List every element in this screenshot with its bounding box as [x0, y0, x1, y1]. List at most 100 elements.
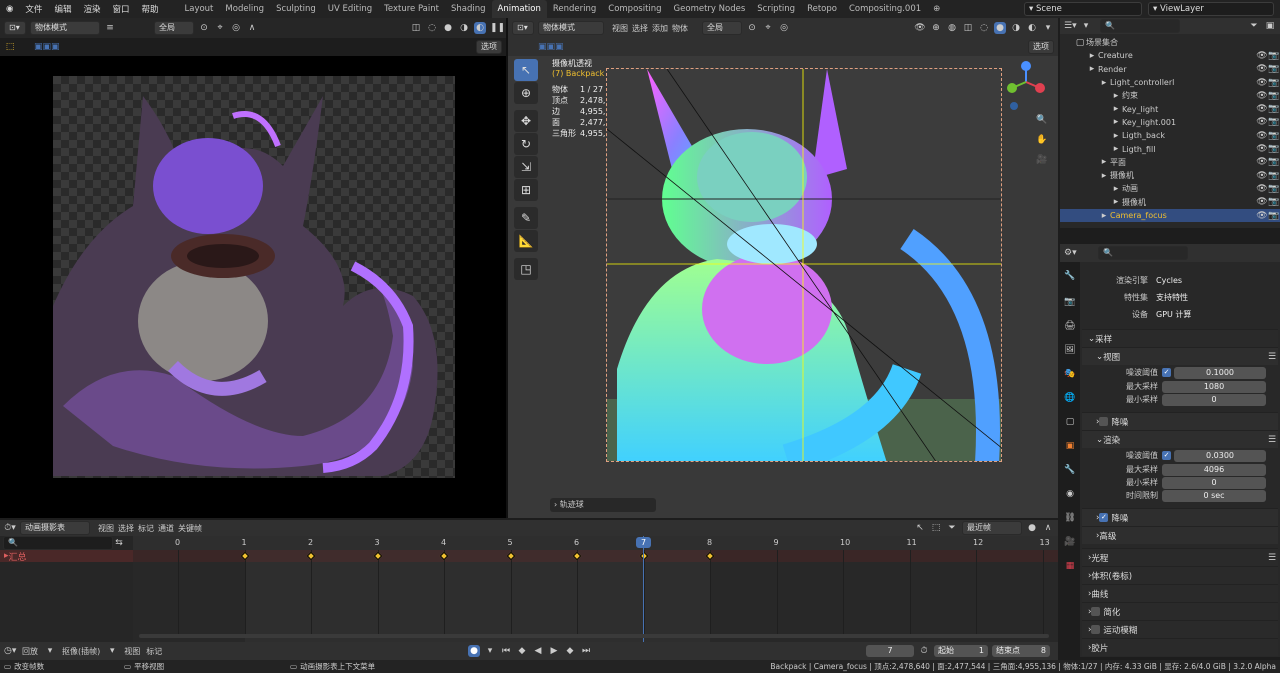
device-dropdown[interactable]: GPU 计算	[1152, 308, 1262, 321]
tab-compositing[interactable]: Compositing	[602, 0, 667, 18]
view-layer-tab-icon[interactable]: 🖼	[1064, 344, 1076, 356]
time-limit-field[interactable]: 0 sec	[1162, 489, 1266, 502]
outliner-editor-icon[interactable]: ☰▾	[1064, 20, 1077, 32]
keying-menu[interactable]: 抠像(插帧)	[62, 646, 100, 657]
render-noise-field[interactable]: 0.0300	[1174, 449, 1266, 462]
select-mode-icon[interactable]: ▣▣▣	[34, 41, 60, 53]
light-paths-panel[interactable]: › 光程 ☰	[1082, 548, 1278, 566]
outliner-row[interactable]: ▸ 动画 👁 📷	[1060, 182, 1280, 195]
motion-blur-panel[interactable]: › 运动模糊	[1082, 620, 1278, 638]
outliner-row[interactable]: ▸ 约束 👁 📷	[1060, 89, 1280, 102]
collection-tab-icon[interactable]: ▢	[1064, 416, 1076, 428]
presets-icon[interactable]: ☰	[1266, 434, 1278, 446]
measure-tool-icon[interactable]: 📐	[514, 230, 538, 252]
right-transform-orientation[interactable]: 全局	[702, 21, 742, 35]
expand-icon[interactable]: ▸	[1098, 77, 1110, 89]
shading-wire-icon[interactable]: ◌	[978, 22, 990, 34]
outliner-row[interactable]: ▸ 摄像机 👁 📷	[1060, 196, 1280, 209]
tab-geometry-nodes[interactable]: Geometry Nodes	[668, 0, 752, 18]
scene-tab-icon[interactable]: 🎭	[1064, 368, 1076, 380]
render-max-field[interactable]: 4096	[1162, 463, 1266, 476]
tab-scripting[interactable]: Scripting	[751, 0, 801, 18]
playback-menu[interactable]: 回放	[22, 646, 38, 657]
marker-menu[interactable]: 标记	[146, 646, 162, 657]
shading-solid-icon[interactable]: ●	[994, 22, 1006, 34]
shading-material-icon[interactable]: ◑	[1010, 22, 1022, 34]
current-frame-field[interactable]: 7	[866, 645, 914, 657]
visibility-eye-icon[interactable]: 👁	[1256, 50, 1268, 62]
render-min-field[interactable]: 0	[1162, 476, 1266, 489]
gizmo-icon[interactable]: ⊕	[930, 22, 942, 34]
chevron-down-icon[interactable]: ▾	[106, 645, 118, 657]
menu-select[interactable]: 选择	[118, 523, 134, 534]
cursor-tool-icon[interactable]: ⊕	[514, 82, 538, 104]
tool-tab-icon[interactable]: 🔧	[1064, 270, 1076, 282]
prev-keyframe-icon[interactable]: ◆	[516, 645, 528, 657]
outliner-row[interactable]: ▸ Ligth_back 👁 📷	[1060, 129, 1280, 142]
display-mode-icon[interactable]: ▾	[1080, 20, 1092, 32]
frame-ruler[interactable]	[133, 536, 1058, 550]
next-keyframe-icon[interactable]: ◆	[564, 645, 576, 657]
menu-view[interactable]: 视图	[612, 23, 628, 34]
menu-help[interactable]: 帮助	[135, 3, 164, 15]
play-reverse-icon[interactable]: ◀	[532, 645, 544, 657]
right-options-button[interactable]: 选项	[1028, 40, 1054, 54]
expand-icon[interactable]: ▸	[1098, 156, 1110, 168]
texture-tab-icon[interactable]: ▦	[1064, 560, 1076, 572]
outliner-row[interactable]: ▸ Render 👁 📷	[1060, 63, 1280, 76]
visibility-eye-icon[interactable]: 👁	[1256, 116, 1268, 128]
outliner-row[interactable]: ▸ Key_light.001 👁 📷	[1060, 116, 1280, 129]
viewport-min-field[interactable]: 0	[1162, 393, 1266, 406]
visibility-eye-icon[interactable]: 👁	[1256, 130, 1268, 142]
render-camera-icon[interactable]: 📷	[1268, 50, 1280, 62]
play-icon[interactable]: ▶	[548, 645, 560, 657]
object-tab-icon[interactable]: ▣	[1064, 440, 1076, 452]
simplify-panel[interactable]: › 简化	[1082, 602, 1278, 620]
autokey-record-icon[interactable]: ●	[468, 645, 480, 657]
viewport-max-field[interactable]: 1080	[1162, 380, 1266, 393]
move-tool-icon[interactable]: ✥	[514, 110, 538, 132]
visibility-eye-icon[interactable]: 👁	[1256, 210, 1268, 222]
end-frame-field[interactable]: 结束点 8	[992, 645, 1050, 657]
expand-icon[interactable]: ▸	[1110, 130, 1122, 142]
select-box-icon[interactable]: ⬚	[4, 41, 16, 53]
properties-search-input[interactable]: 🔍	[1098, 246, 1188, 260]
visibility-eye-icon[interactable]: 👁	[1256, 183, 1268, 195]
proportional-icon[interactable]: ◎	[778, 22, 790, 34]
output-tab-icon[interactable]: 🖨	[1064, 320, 1076, 332]
blender-logo-icon[interactable]: ◉	[0, 4, 19, 14]
world-tab-icon[interactable]: 🌐	[1064, 392, 1076, 404]
view-layer-selector[interactable]: ▾ ViewLayer	[1148, 2, 1274, 16]
sampling-panel-header[interactable]: ⌄ 采样	[1082, 329, 1278, 347]
left-camera-viewport[interactable]: ⊡▾ 物体模式 ≡ 全局 ⊙ ⌖ ◎ ∧ ◫ ◌ ● ◑ ◐ ❚❚ ⬚ ▣▣▣ …	[0, 18, 506, 518]
shading-solid-icon[interactable]: ●	[442, 22, 454, 34]
proportional-icon[interactable]: ◎	[230, 22, 242, 34]
presets-icon[interactable]: ☰	[1266, 552, 1278, 564]
select-mode-icon[interactable]: ▣▣▣	[538, 41, 564, 53]
render-engine-dropdown[interactable]: Cycles	[1152, 274, 1262, 287]
expand-icon[interactable]: ▸	[1110, 183, 1122, 195]
pivot-icon[interactable]: ⊙	[198, 22, 210, 34]
viewport-subpanel-header[interactable]: ⌄ 视图 ☰	[1082, 347, 1278, 365]
tab-compositing-001[interactable]: Compositing.001	[843, 0, 927, 18]
menu-view[interactable]: 视图	[98, 523, 114, 534]
visibility-eye-icon[interactable]: 👁	[1256, 77, 1268, 89]
zoom-icon[interactable]: 🔍	[1036, 114, 1048, 126]
render-camera-icon[interactable]: 📷	[1268, 170, 1280, 182]
rotate-tool-icon[interactable]: ↻	[514, 133, 538, 155]
render-camera-icon[interactable]: 📷	[1268, 156, 1280, 168]
expand-icon[interactable]: ▸	[1086, 63, 1098, 75]
swap-icon[interactable]: ⇆	[113, 537, 125, 549]
menu-add[interactable]: 添加	[652, 23, 668, 34]
film-panel[interactable]: › 胶片	[1082, 638, 1278, 656]
pan-hand-icon[interactable]: ✋	[1036, 134, 1048, 146]
keying-set-icon[interactable]: ▾	[484, 645, 496, 657]
visibility-eye-icon[interactable]: 👁	[1256, 196, 1268, 208]
right-mode-dropdown[interactable]: 物体模式	[538, 21, 604, 35]
outliner-row[interactable]: ▸ Creature 👁 📷	[1060, 49, 1280, 62]
chevron-down-icon[interactable]: ▾	[44, 645, 56, 657]
denoise-checkbox[interactable]: ✓	[1099, 513, 1109, 522]
menu-file[interactable]: 文件	[19, 3, 48, 15]
tab-modeling[interactable]: Modeling	[219, 0, 270, 18]
pivot-icon[interactable]: ⊙	[746, 22, 758, 34]
